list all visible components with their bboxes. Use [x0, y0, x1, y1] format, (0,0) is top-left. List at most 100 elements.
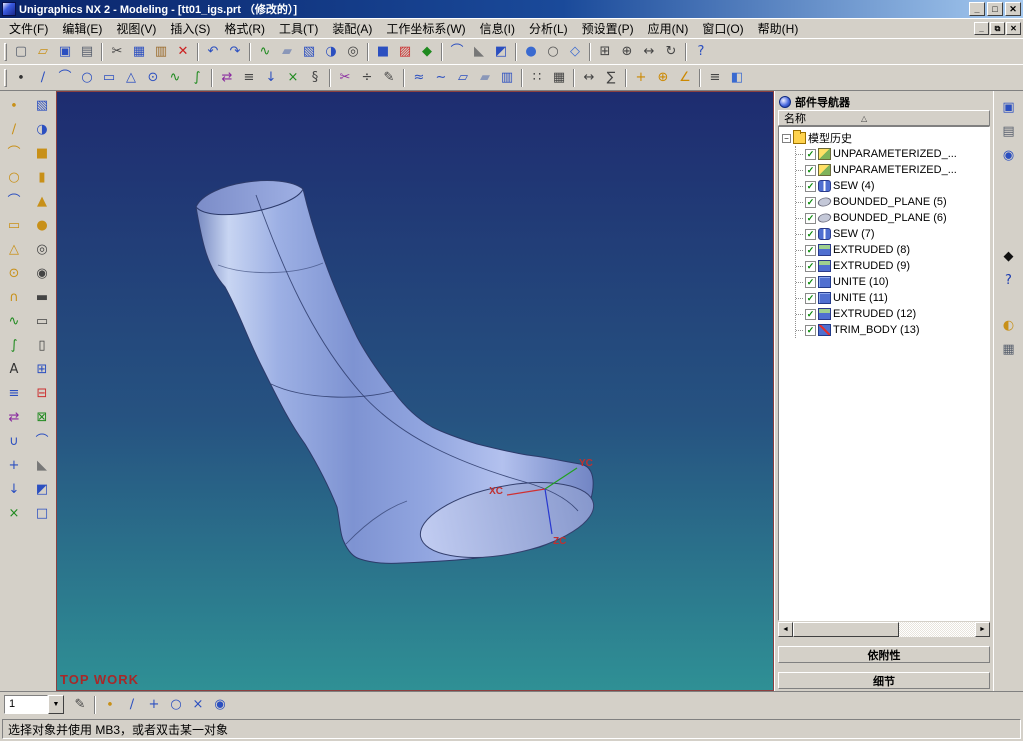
tree-item-row[interactable]: ✓ BOUNDED_PLANE (5): [796, 194, 989, 210]
menu-item-analysis[interactable]: 分析(L): [522, 18, 575, 39]
tree-horizontal-scrollbar[interactable]: ◄ ►: [778, 622, 990, 637]
new-button[interactable]: ▢: [10, 40, 32, 63]
visualization-button[interactable]: ◧: [726, 66, 748, 89]
undo-button[interactable]: ↶: [202, 40, 224, 63]
menu-item-format[interactable]: 格式(R): [217, 18, 272, 39]
scrollbar-track[interactable]: [793, 622, 975, 637]
redo-button[interactable]: ↷: [224, 40, 246, 63]
menu-item-view[interactable]: 视图(V): [109, 18, 163, 39]
curve-rectangle-button[interactable]: ▭: [3, 214, 25, 236]
scrollbar-thumb[interactable]: [793, 622, 899, 637]
tree-item-row[interactable]: ✓ SEW (7): [796, 226, 989, 242]
edge-blend-button[interactable]: ⌒: [446, 40, 468, 63]
menu-item-window[interactable]: 窗口(O): [695, 18, 750, 39]
rectangle-button[interactable]: ▭: [98, 66, 120, 89]
wcs-rotate-button[interactable]: ∠: [674, 66, 696, 89]
curve-arc-button[interactable]: ⌒: [3, 142, 25, 164]
tree-root-row[interactable]: − 模型历史: [782, 130, 989, 146]
spline-button[interactable]: ∿: [164, 66, 186, 89]
web-browser-tab-button[interactable]: ◉: [997, 144, 1020, 166]
wireframe-view-button[interactable]: ○: [542, 40, 564, 63]
boolean-intersect-button[interactable]: ⊠: [31, 406, 53, 428]
swept-button[interactable]: ∼: [430, 66, 452, 89]
tree-item-row[interactable]: ✓ UNITE (10): [796, 274, 989, 290]
menu-item-insert[interactable]: 插入(S): [163, 18, 217, 39]
snap-intersection-button[interactable]: ×: [187, 693, 209, 716]
assembly-navigator-tab-button[interactable]: ▣: [997, 96, 1020, 118]
feature-checkbox[interactable]: ✓: [805, 196, 816, 208]
menu-item-file[interactable]: 文件(F): [2, 18, 55, 39]
tree-item-row[interactable]: ✓ UNITE (11): [796, 290, 989, 306]
bounded-plane-button[interactable]: ▰: [474, 66, 496, 89]
divide-curve-button[interactable]: ÷: [356, 66, 378, 89]
mirror-curve-button[interactable]: ⇄: [216, 66, 238, 89]
menu-item-information[interactable]: 信息(I): [473, 18, 522, 39]
isometric-view-button[interactable]: ◇: [564, 40, 586, 63]
constraint-navigator-tab-button[interactable]: ▤: [997, 120, 1020, 142]
helix-button[interactable]: ∫: [186, 66, 208, 89]
close-button[interactable]: ✕: [1005, 2, 1021, 16]
feature-cone-button[interactable]: ▲: [31, 190, 53, 212]
boolean-unite-button[interactable]: ⊞: [31, 358, 53, 380]
combo-dropdown-arrow-icon[interactable]: ▼: [48, 695, 64, 714]
fit-view-button[interactable]: ⊞: [594, 40, 616, 63]
child-restore-button[interactable]: ⧉: [990, 22, 1005, 35]
toolbar-grip[interactable]: [4, 68, 7, 87]
sketch-button[interactable]: ∿: [254, 40, 276, 63]
curve-circle-button[interactable]: ○: [3, 166, 25, 188]
graphics-viewport[interactable]: XC YC ZC TOP WORK: [56, 91, 774, 691]
offset-curve-tool-button[interactable]: ≡: [3, 382, 25, 404]
project-curve-tool-button[interactable]: ↓: [3, 478, 25, 500]
feature-checkbox[interactable]: ✓: [805, 244, 816, 256]
feature-checkbox[interactable]: ✓: [805, 228, 816, 240]
measure-distance-button[interactable]: ↔: [578, 66, 600, 89]
feature-checkbox[interactable]: ✓: [805, 292, 816, 304]
cut-button[interactable]: ✂: [106, 40, 128, 63]
menu-item-preferences[interactable]: 预设置(P): [575, 18, 641, 39]
tree-item-row[interactable]: ✓ SEW (4): [796, 178, 989, 194]
layer-settings-button[interactable]: ≡: [704, 66, 726, 89]
feature-cylinder-button[interactable]: ▮: [31, 166, 53, 188]
tree-item-row[interactable]: ✓ EXTRUDED (9): [796, 258, 989, 274]
help-tab-button[interactable]: ?: [997, 269, 1020, 291]
curve-point-button[interactable]: ∙: [3, 94, 25, 116]
curve-spline-button[interactable]: ∿: [3, 310, 25, 332]
offset-curve-button[interactable]: ≡: [238, 66, 260, 89]
menu-item-application[interactable]: 应用(N): [641, 18, 696, 39]
polygon-button[interactable]: △: [120, 66, 142, 89]
tree-collapse-icon[interactable]: −: [782, 133, 791, 143]
pattern-button[interactable]: ▦: [548, 66, 570, 89]
snap-end-point-button[interactable]: ∕: [121, 693, 143, 716]
pan-view-button[interactable]: ↔: [638, 40, 660, 63]
open-button[interactable]: ▱: [32, 40, 54, 63]
tree-item-row[interactable]: ✓ EXTRUDED (12): [796, 306, 989, 322]
feature-chamfer-button[interactable]: ◣: [31, 454, 53, 476]
revolve-button[interactable]: ◑: [320, 40, 342, 63]
feature-pad-button[interactable]: ▬: [31, 286, 53, 308]
feature-block-button[interactable]: ■: [31, 142, 53, 164]
feature-checkbox[interactable]: ✓: [805, 276, 816, 288]
copy-button[interactable]: ▦: [128, 40, 150, 63]
zoom-view-button[interactable]: ⊕: [616, 40, 638, 63]
feature-checkbox[interactable]: ✓: [805, 212, 816, 224]
menu-item-edit[interactable]: 编辑(E): [55, 18, 109, 39]
extrude-button[interactable]: ▧: [298, 40, 320, 63]
boolean-subtract-button[interactable]: ⊟: [31, 382, 53, 404]
ruled-surface-button[interactable]: ▱: [452, 66, 474, 89]
feature-pocket-button[interactable]: ▭: [31, 310, 53, 332]
curve-line-button[interactable]: ∕: [3, 118, 25, 140]
combine-curve-button[interactable]: ×: [3, 502, 25, 524]
dependencies-panel-header[interactable]: 依附性: [778, 646, 990, 663]
feature-trim-body-button[interactable]: ◩: [31, 478, 53, 500]
feature-checkbox[interactable]: ✓: [805, 148, 816, 160]
work-layer-combo[interactable]: 1 ▼: [4, 695, 64, 714]
tree-item-row[interactable]: ✓ UNPARAMETERIZED_...: [796, 146, 989, 162]
menu-item-help[interactable]: 帮助(H): [751, 18, 806, 39]
snap-center-button[interactable]: ○: [165, 693, 187, 716]
feature-slot-button[interactable]: ▯: [31, 334, 53, 356]
intersect-button[interactable]: ◆: [416, 40, 438, 63]
edit-curve-button[interactable]: ✎: [378, 66, 400, 89]
feature-checkbox[interactable]: ✓: [805, 260, 816, 272]
rotate-view-button[interactable]: ↻: [660, 40, 682, 63]
shaded-view-button[interactable]: ●: [520, 40, 542, 63]
